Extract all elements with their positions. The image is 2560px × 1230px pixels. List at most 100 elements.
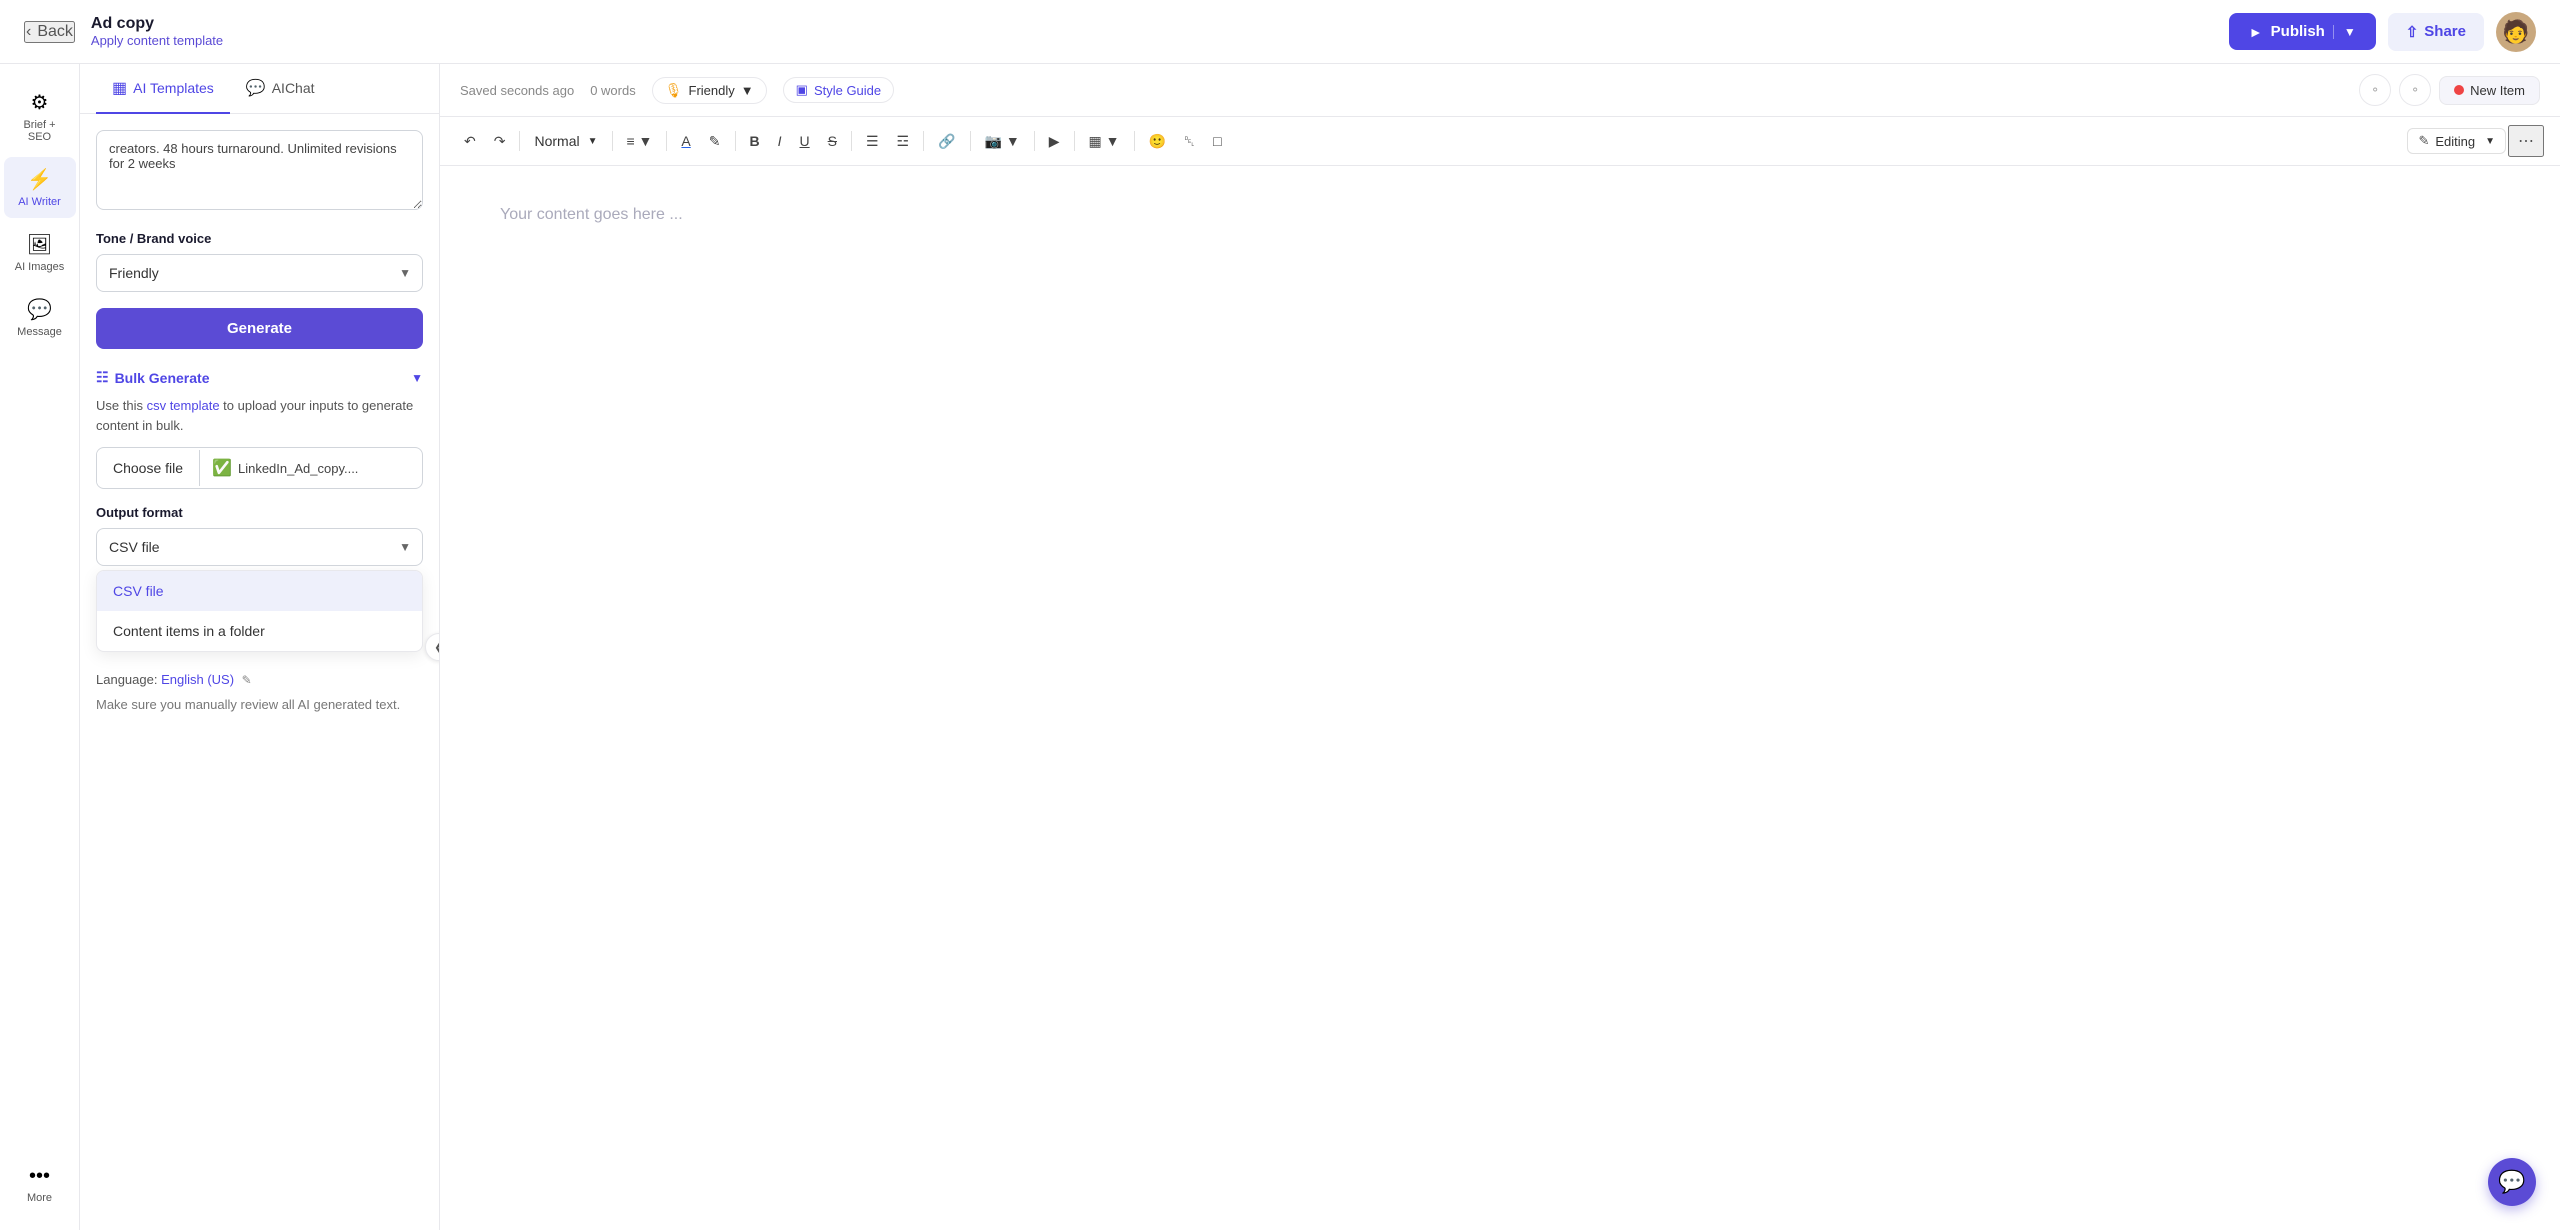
panel-body: creators. 48 hours turnaround. Unlimited… [80,114,439,731]
dropdown-item-csv[interactable]: CSV file [97,571,422,611]
language-edit-icon[interactable]: ✎ [242,673,252,687]
language-section: Language: English (US) ✎ [96,672,423,687]
file-name-text: LinkedIn_Ad_copy.... [238,461,358,476]
dropdown-item-folder[interactable]: Content items in a folder [97,611,422,651]
publish-label: Publish [2271,23,2325,40]
editor-placeholder: Your content goes here ... [500,206,683,223]
avatar-image: 🧑 [2502,19,2529,45]
tab-aichat[interactable]: 💬 AIChat [230,64,331,114]
share-icon: ⇧ [2406,23,2419,41]
bold-button[interactable]: B [742,129,768,153]
table-button[interactable]: ▦ ▼ [1081,129,1128,154]
lightning-icon: ⚡ [27,167,52,192]
message-icon: 💬 [27,297,52,322]
ordered-list-button[interactable]: ☲ [889,129,918,154]
generate-button[interactable]: Generate [96,308,423,349]
clock-icon: ⚬ [2410,83,2420,97]
text-style-label: Normal [534,133,579,149]
top-header: ‹ Back Ad copy Apply content template ► … [0,0,2560,64]
editor-area: Saved seconds ago 0 words 🎙 Friendly ▼ ▣… [440,64,2560,1230]
back-label: Back [37,23,73,41]
redo-button[interactable]: ↷ [486,129,514,154]
style-guide-label: Style Guide [814,83,881,98]
csv-template-link[interactable]: csv template [147,398,220,413]
templates-icon: ▦ [112,78,127,98]
more-options-button[interactable]: ⋯ [2508,125,2544,157]
text-style-select[interactable]: Normal ▼ [526,129,605,153]
italic-button[interactable]: I [770,129,790,153]
disclaimer-text: Make sure you manually review all AI gen… [96,695,423,715]
text-color-button[interactable]: A [673,129,698,153]
editor-content[interactable]: Your content goes here ... [440,166,2560,1230]
history-icon-1[interactable]: ⚬ [2359,74,2391,106]
chat-icon: 💬 [246,78,266,98]
tab-ai-templates[interactable]: ▦ AI Templates [96,64,230,114]
tone-badge-chevron-icon: ▼ [741,83,754,98]
apply-template-link[interactable]: Apply content template [91,33,223,48]
bullet-list-button[interactable]: ☰ [858,129,887,154]
output-select-wrapper: CSV file Content items in a folder ▼ [96,528,423,566]
editing-pencil-icon: ✎ [2418,133,2429,149]
tone-badge[interactable]: 🎙 Friendly ▼ [652,77,767,104]
tone-select-wrapper: Friendly Professional Casual Formal ▼ [96,254,423,292]
output-format-label: Output format [96,505,423,520]
clear-format-button[interactable]: ␡ [1176,129,1203,154]
toolbar-separator-6 [923,131,924,151]
sidebar-item-ai-images[interactable]: 🖼 AI Images [4,222,76,283]
editing-mode-badge[interactable]: ✎ Editing ▼ [2407,128,2506,154]
image-button[interactable]: 📷 ▼ [977,129,1028,154]
share-label: Share [2424,23,2466,40]
output-dropdown-menu: CSV file Content items in a folder [96,570,423,652]
share-button[interactable]: ⇧ Share [2388,13,2484,51]
sidebar-nav: ⚙ Brief + SEO ⚡ AI Writer 🖼 AI Images 💬 … [0,64,80,1230]
history-icon-2[interactable]: ⚬ [2399,74,2431,106]
left-panel: ▦ AI Templates 💬 AIChat creators. 48 hou… [80,64,440,1230]
page-title: Ad copy [91,15,223,33]
publish-arrow-icon: ► [2249,24,2263,40]
word-count: 0 words [590,83,636,98]
chat-fab-button[interactable]: 💬 [2488,1158,2536,1206]
main-layout: ⚙ Brief + SEO ⚡ AI Writer 🖼 AI Images 💬 … [0,64,2560,1230]
editor-meta: Saved seconds ago 0 words 🎙 Friendly ▼ ▣… [460,77,894,104]
style-guide-button[interactable]: ▣ Style Guide [783,77,895,103]
play-button[interactable]: ▶ [1041,129,1068,154]
content-textarea[interactable]: creators. 48 hours turnaround. Unlimited… [96,130,423,210]
emoji-button[interactable]: 🙂 [1141,129,1174,154]
link-button[interactable]: 🔗 [930,129,963,154]
saved-status: Saved seconds ago [460,83,574,98]
new-item-button[interactable]: New Item [2439,76,2540,105]
tone-select[interactable]: Friendly Professional Casual Formal [96,254,423,292]
avatar[interactable]: 🧑 [2496,12,2536,52]
style-guide-icon: ▣ [796,82,808,98]
align-button[interactable]: ≡ ▼ [619,129,661,153]
language-link[interactable]: English (US) [161,672,234,687]
back-button[interactable]: ‹ Back [24,21,75,43]
editing-chevron-icon: ▼ [2485,136,2495,147]
sidebar-label-ai-images: AI Images [15,261,65,273]
toolbar-separator-2 [612,131,613,151]
sidebar-item-message[interactable]: 💬 Message [4,287,76,348]
toolbar-separator-8 [1034,131,1035,151]
sidebar-item-brief-seo[interactable]: ⚙ Brief + SEO [4,80,76,153]
tab-aichat-label: AIChat [272,80,315,96]
mic-icon: 🎙 [665,82,683,99]
toolbar-separator-4 [735,131,736,151]
bulk-title-label: Bulk Generate [115,370,210,386]
bulk-description: Use this csv template to upload your inp… [96,396,423,435]
sidebar-item-ai-writer[interactable]: ⚡ AI Writer [4,157,76,218]
chat-fab-icon: 💬 [2498,1169,2525,1195]
choose-file-button[interactable]: Choose file [97,450,200,486]
output-format-select[interactable]: CSV file Content items in a folder [96,528,423,566]
sidebar-item-more[interactable]: ••• More [4,1155,76,1214]
bulk-generate-header[interactable]: ☷ Bulk Generate ▼ [96,369,423,386]
undo-button[interactable]: ↶ [456,129,484,154]
back-icon: ‹ [26,23,31,41]
strikethrough-button[interactable]: S [820,129,845,153]
underline-button[interactable]: U [792,129,818,153]
tone-label: Tone / Brand voice [96,231,423,246]
publish-button[interactable]: ► Publish ▼ [2229,13,2376,50]
highlight-button[interactable]: ✎ [701,129,729,154]
text-style-chevron-icon: ▼ [588,136,598,147]
panel-tabs: ▦ AI Templates 💬 AIChat [80,64,439,114]
comment-button[interactable]: □ [1205,129,1229,153]
